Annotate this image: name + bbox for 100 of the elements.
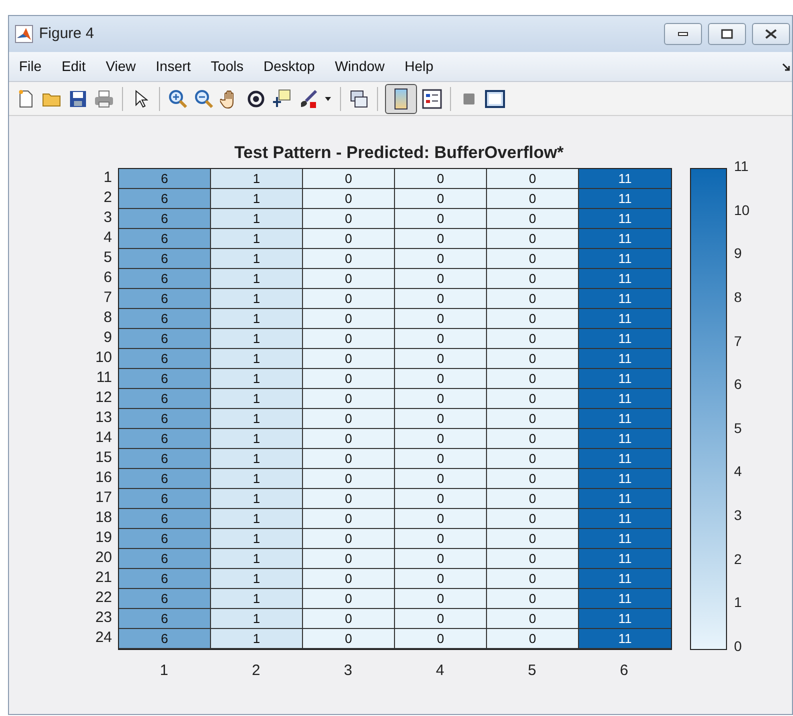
close-icon: [765, 29, 777, 39]
heatmap-cell: 1: [211, 549, 303, 569]
colorbar-tick-label: 1: [734, 594, 742, 610]
heatmap-cell: 0: [487, 249, 579, 269]
row-label: 15: [94, 448, 112, 468]
zoom-in-icon[interactable]: [167, 88, 189, 110]
heatmap-cell: 0: [395, 349, 487, 369]
heatmap-cell: 0: [395, 329, 487, 349]
heatmap-cell: 6: [119, 369, 211, 389]
heatmap-cell: 0: [487, 269, 579, 289]
heatmap-cell: 11: [579, 469, 671, 489]
heatmap-cell: 11: [579, 589, 671, 609]
window-frame-icon[interactable]: [484, 88, 506, 110]
menu-item[interactable]: Desktop: [257, 56, 321, 77]
heatmap-cell: 1: [211, 249, 303, 269]
legend-icon[interactable]: [421, 88, 443, 110]
heatmap-cell: 0: [303, 469, 395, 489]
heatmap-cell: 1: [211, 349, 303, 369]
heatmap-cell: 1: [211, 369, 303, 389]
heatmap-cell: 0: [395, 429, 487, 449]
menu-item[interactable]: Insert: [150, 56, 197, 77]
data-cursor-icon[interactable]: [271, 88, 293, 110]
heatmap-cell: 0: [395, 269, 487, 289]
menu-item[interactable]: Help: [398, 56, 440, 77]
row-label: 13: [94, 408, 112, 428]
column-label: 4: [434, 661, 446, 681]
heatmap-cell: 0: [303, 489, 395, 509]
colorbar-tick-label: 0: [734, 638, 742, 654]
heatmap-cell: 0: [395, 489, 487, 509]
heatmap-cell: 6: [119, 249, 211, 269]
menu-item[interactable]: File: [13, 56, 48, 77]
heatmap-cell: 1: [211, 509, 303, 529]
row-label: 7: [102, 288, 112, 308]
heatmap-cell: 0: [303, 589, 395, 609]
row-label: 17: [94, 488, 112, 508]
menu-item[interactable]: Tools: [204, 56, 250, 77]
heatmap-cell: 6: [119, 309, 211, 329]
zoom-out-icon[interactable]: [193, 88, 215, 110]
colorbar-tick-label: 9: [734, 245, 742, 262]
colorbar-tick-label: 11: [734, 158, 749, 174]
heatmap-cell: 0: [395, 509, 487, 529]
heatmap-cell: 0: [303, 329, 395, 349]
heatmap-cell: 0: [395, 529, 487, 549]
row-label: 6: [102, 268, 112, 288]
maximize-button[interactable]: [708, 23, 746, 45]
window-title: Figure 4: [39, 24, 94, 44]
heatmap-cell: 0: [395, 169, 487, 189]
heatmap-cell: 0: [395, 589, 487, 609]
heatmap-cell: 0: [303, 609, 395, 629]
menu-item[interactable]: View: [100, 56, 142, 77]
heatmap-cell: 1: [211, 589, 303, 609]
minimize-icon: [678, 32, 688, 36]
menu-item[interactable]: Edit: [56, 56, 92, 77]
heatmap-cell: 1: [211, 289, 303, 309]
row-label: 1: [102, 168, 112, 188]
heatmap-cell: 6: [119, 169, 211, 189]
heatmap-cell: 0: [395, 469, 487, 489]
heatmap-cell: 1: [211, 209, 303, 229]
close-button[interactable]: [752, 23, 790, 45]
heatmap-cell: 0: [487, 609, 579, 629]
row-label: 19: [94, 528, 112, 548]
app-logo-icon: [15, 25, 33, 43]
column-label: 6: [618, 661, 630, 681]
heatmap-cell: 0: [487, 549, 579, 569]
chart-title: Test Pattern - Predicted: BufferOverflow*: [233, 142, 565, 164]
heatmap-cell: 6: [119, 569, 211, 589]
column-label: 2: [250, 661, 262, 681]
heatmap-cell: 6: [119, 469, 211, 489]
colorbar-icon[interactable]: [385, 84, 417, 114]
menu-item[interactable]: Window: [328, 56, 391, 77]
heatmap-cell: 0: [303, 169, 395, 189]
row-label: 14: [94, 428, 112, 448]
dock-arrow-icon[interactable]: [782, 62, 790, 70]
heatmap-cell: 11: [579, 489, 671, 509]
row-label: 3: [102, 208, 112, 228]
heatmap-cell: 0: [487, 389, 579, 409]
heatmap-cell: 0: [303, 449, 395, 469]
heatmap-cell: 1: [211, 569, 303, 589]
heatmap-cell: 1: [211, 409, 303, 429]
heatmap-cell: 6: [119, 329, 211, 349]
heatmap-cell: 0: [487, 509, 579, 529]
heatmap-cell: 0: [303, 389, 395, 409]
heatmap-cell: 11: [579, 169, 671, 189]
heatmap-cell: 0: [395, 189, 487, 209]
minimize-button[interactable]: [664, 23, 702, 45]
heatmap-cell: 1: [211, 309, 303, 329]
heatmap-cell: 11: [579, 329, 671, 349]
heatmap-cell: 0: [395, 609, 487, 629]
heatmap-cell: 11: [579, 209, 671, 229]
heatmap-cell: 0: [303, 629, 395, 649]
colorbar-tick-label: 8: [734, 288, 742, 305]
heatmap-cell: 0: [395, 549, 487, 569]
heatmap-cell: 0: [487, 529, 579, 549]
linked-windows-icon[interactable]: [348, 88, 370, 110]
heatmap-cell: 0: [395, 369, 487, 389]
heatmap-cell: 6: [119, 189, 211, 209]
heatmap-cell: 6: [119, 429, 211, 449]
colorbar-tick-label: 3: [734, 507, 742, 524]
colorbar-tick-label: 4: [734, 463, 742, 480]
printer-icon[interactable]: [93, 88, 115, 110]
